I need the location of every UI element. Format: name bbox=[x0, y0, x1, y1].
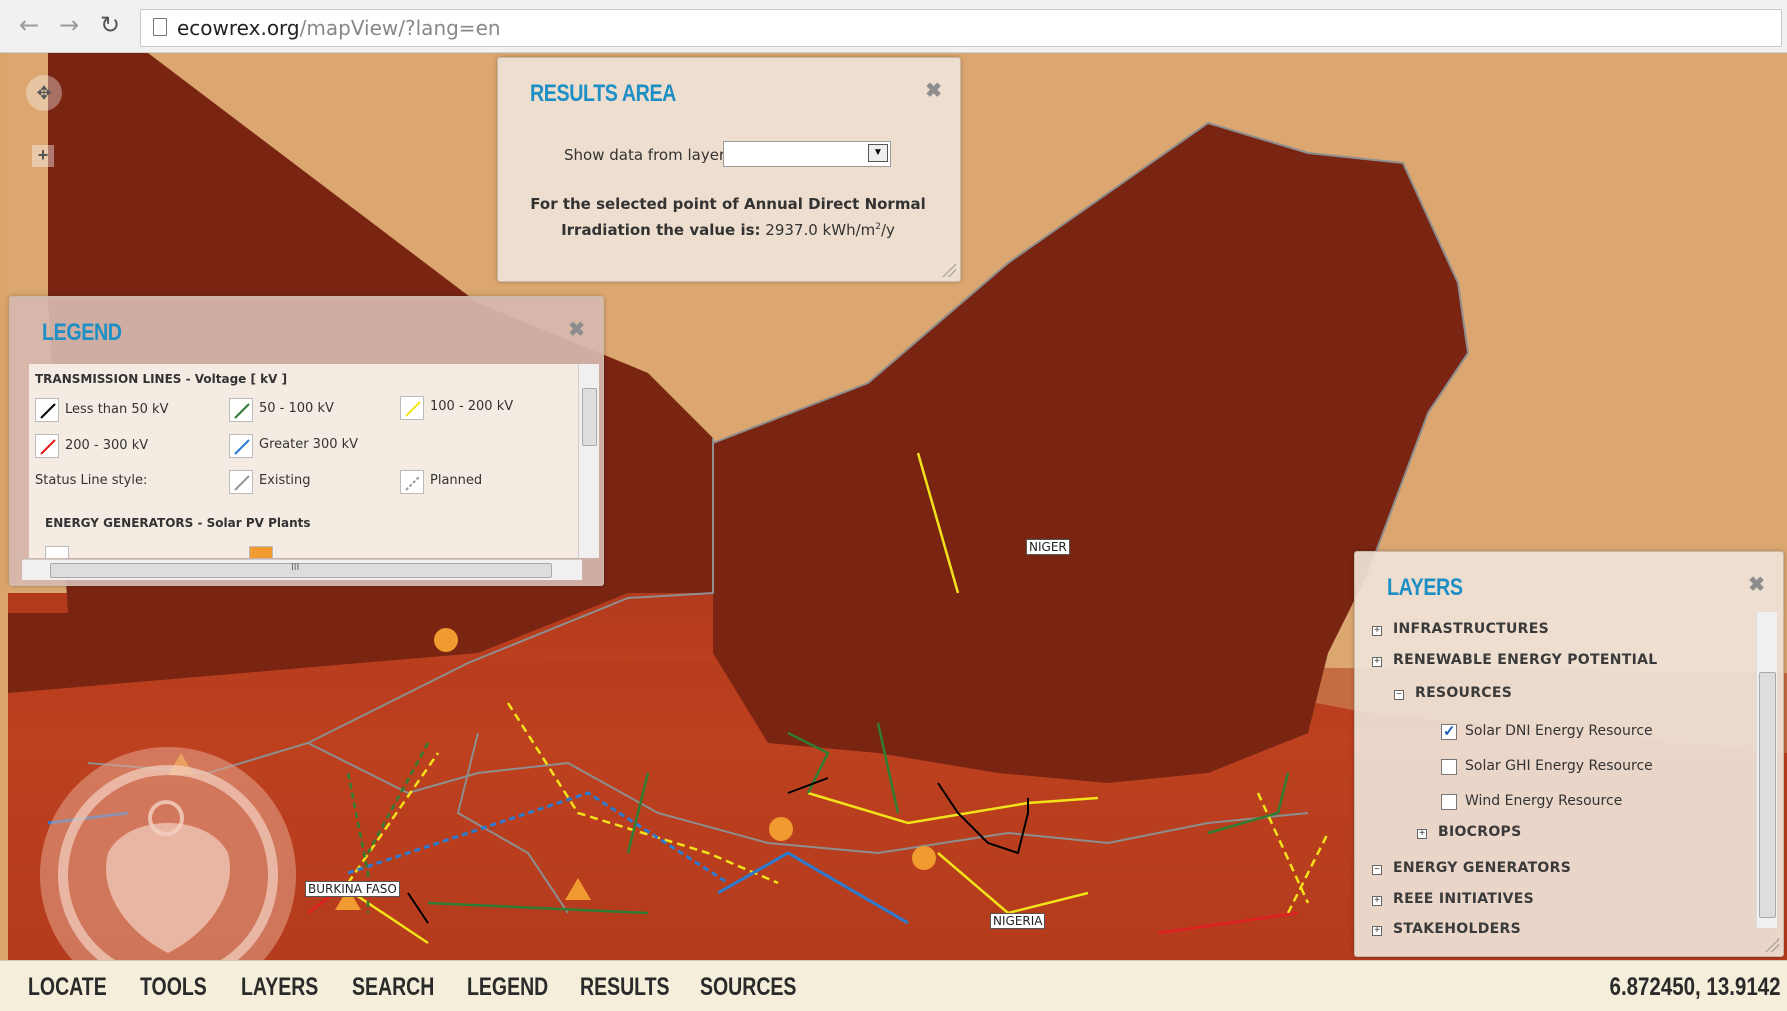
layers-title: LAYERS bbox=[1387, 574, 1463, 601]
toolbar-layers[interactable]: LAYERS bbox=[241, 973, 318, 1002]
legend-vertical-scrollbar[interactable] bbox=[578, 364, 599, 558]
address-bar[interactable]: ecowrex.org/mapView/?lang=en bbox=[140, 9, 1782, 47]
expand-icon[interactable]: + bbox=[1372, 926, 1382, 936]
collapse-icon[interactable]: − bbox=[1394, 690, 1404, 700]
legend-section-generators: ENERGY GENERATORS - Solar PV Plants bbox=[45, 516, 311, 530]
legend-swatch-generator bbox=[45, 546, 69, 558]
layer-solar-dni[interactable]: Solar DNI Energy Resource bbox=[1465, 723, 1653, 739]
legend-content: TRANSMISSION LINES - Voltage [ kV ] Less… bbox=[29, 364, 579, 558]
layers-panel: LAYERS ✖ + INFRASTRUCTURES + RENEWABLE E… bbox=[1354, 551, 1784, 957]
legend-label: Greater 300 kV bbox=[259, 437, 359, 452]
close-icon[interactable]: ✖ bbox=[1748, 572, 1765, 597]
results-line2-label: Irradiation the value is: bbox=[561, 221, 761, 239]
expand-icon[interactable]: + bbox=[1417, 829, 1427, 839]
layer-infrastructures[interactable]: INFRASTRUCTURES bbox=[1393, 621, 1549, 637]
checkbox-solar-dni[interactable] bbox=[1441, 722, 1457, 740]
collapse-icon[interactable]: − bbox=[1372, 865, 1382, 875]
legend-swatch-planned bbox=[400, 470, 424, 494]
legend-swatch-generator-orange bbox=[249, 546, 273, 558]
scroll-thumb[interactable] bbox=[1759, 672, 1776, 918]
legend-label: Less than 50 kV bbox=[65, 402, 169, 417]
zoom-in-button[interactable]: + bbox=[32, 145, 54, 167]
legend-label: 50 - 100 kV bbox=[259, 401, 334, 416]
checkbox-wind[interactable] bbox=[1441, 794, 1457, 810]
legend-swatch-50-100 bbox=[229, 398, 253, 422]
url-text: ecowrex.org/mapView/?lang=en bbox=[177, 16, 501, 40]
layer-select[interactable]: ▼ bbox=[723, 141, 891, 167]
layers-vertical-scrollbar[interactable] bbox=[1756, 612, 1777, 928]
toolbar-legend[interactable]: LEGEND bbox=[467, 973, 548, 1002]
forward-arrow-icon[interactable]: → bbox=[56, 12, 82, 38]
layer-wind[interactable]: Wind Energy Resource bbox=[1465, 793, 1622, 809]
coordinates-readout: 6.872450, 13.9142 bbox=[1609, 973, 1781, 1001]
legend-horizontal-scrollbar[interactable]: III bbox=[22, 559, 582, 580]
layer-biocrops[interactable]: BIOCROPS bbox=[1438, 824, 1521, 840]
scroll-thumb[interactable] bbox=[582, 388, 597, 446]
legend-section-transmission: TRANSMISSION LINES - Voltage [ kV ] bbox=[35, 372, 288, 386]
map-label-niger: NIGER bbox=[1026, 539, 1070, 555]
back-arrow-icon[interactable]: ← bbox=[16, 12, 42, 38]
legend-label-planned: Planned bbox=[430, 473, 483, 488]
scroll-thumb[interactable]: III bbox=[50, 562, 552, 578]
browser-chrome: ← → ↻ ecowrex.org/mapView/?lang=en bbox=[0, 0, 1787, 53]
results-line1: For the selected point of Annual Direct … bbox=[530, 195, 926, 213]
expand-icon[interactable]: + bbox=[1372, 896, 1382, 906]
results-unit-tail: /y bbox=[880, 221, 895, 239]
map-label-nigeria: NIGERIA bbox=[990, 913, 1046, 929]
pan-control[interactable]: ✥ bbox=[26, 75, 62, 111]
toolbar-results[interactable]: RESULTS bbox=[580, 973, 670, 1002]
layer-solar-ghi[interactable]: Solar GHI Energy Resource bbox=[1465, 758, 1653, 774]
legend-title: LEGEND bbox=[42, 319, 122, 346]
scroll-grip: III bbox=[291, 562, 300, 573]
close-icon[interactable]: ✖ bbox=[925, 78, 942, 103]
map-label-burkina-faso: BURKINA FASO bbox=[305, 881, 400, 897]
legend-swatch-100-200 bbox=[400, 396, 424, 420]
legend-label-existing: Existing bbox=[259, 473, 311, 488]
chevron-down-icon[interactable]: ▼ bbox=[868, 144, 888, 162]
show-data-label: Show data from layer: bbox=[564, 146, 730, 164]
results-panel: RESULTS AREA ✖ Show data from layer: ▼ F… bbox=[497, 57, 961, 282]
layer-stakeholders[interactable]: STAKEHOLDERS bbox=[1393, 921, 1521, 937]
legend-status-label: Status Line style: bbox=[35, 473, 148, 488]
checkbox-solar-ghi[interactable] bbox=[1441, 759, 1457, 775]
legend-swatch-200-300 bbox=[35, 434, 59, 458]
legend-label: 200 - 300 kV bbox=[65, 438, 149, 453]
layer-resources[interactable]: RESOURCES bbox=[1415, 685, 1512, 701]
toolbar-search[interactable]: SEARCH bbox=[352, 973, 434, 1002]
expand-icon[interactable]: + bbox=[1372, 626, 1382, 636]
toolbar-locate[interactable]: LOCATE bbox=[28, 973, 107, 1002]
page-icon bbox=[153, 18, 167, 36]
toolbar-tools[interactable]: TOOLS bbox=[140, 973, 207, 1002]
results-message: For the selected point of Annual Direct … bbox=[528, 193, 928, 242]
toolbar-sources[interactable]: SOURCES bbox=[700, 973, 796, 1002]
legend-label: 100 - 200 kV bbox=[430, 399, 514, 414]
legend-swatch-lt50 bbox=[35, 398, 59, 422]
layer-renewable-energy-potential[interactable]: RENEWABLE ENERGY POTENTIAL bbox=[1393, 652, 1657, 668]
legend-swatch-gt300 bbox=[229, 434, 253, 458]
resize-handle[interactable] bbox=[1765, 938, 1779, 952]
layer-energy-generators[interactable]: ENERGY GENERATORS bbox=[1393, 860, 1571, 876]
legend-swatch-existing bbox=[229, 470, 253, 494]
resize-handle[interactable] bbox=[942, 263, 956, 277]
expand-icon[interactable]: + bbox=[1372, 657, 1382, 667]
layer-reee-initiatives[interactable]: REEE INITIATIVES bbox=[1393, 891, 1534, 907]
results-value: 2937.0 kWh/m bbox=[765, 221, 876, 239]
legend-panel: LEGEND ✖ TRANSMISSION LINES - Voltage [ … bbox=[9, 296, 604, 586]
results-title: RESULTS AREA bbox=[530, 80, 676, 107]
reload-icon[interactable]: ↻ bbox=[97, 12, 123, 38]
close-icon[interactable]: ✖ bbox=[568, 317, 585, 342]
bottom-toolbar: LOCATE TOOLS LAYERS SEARCH LEGEND RESULT… bbox=[0, 960, 1787, 1011]
